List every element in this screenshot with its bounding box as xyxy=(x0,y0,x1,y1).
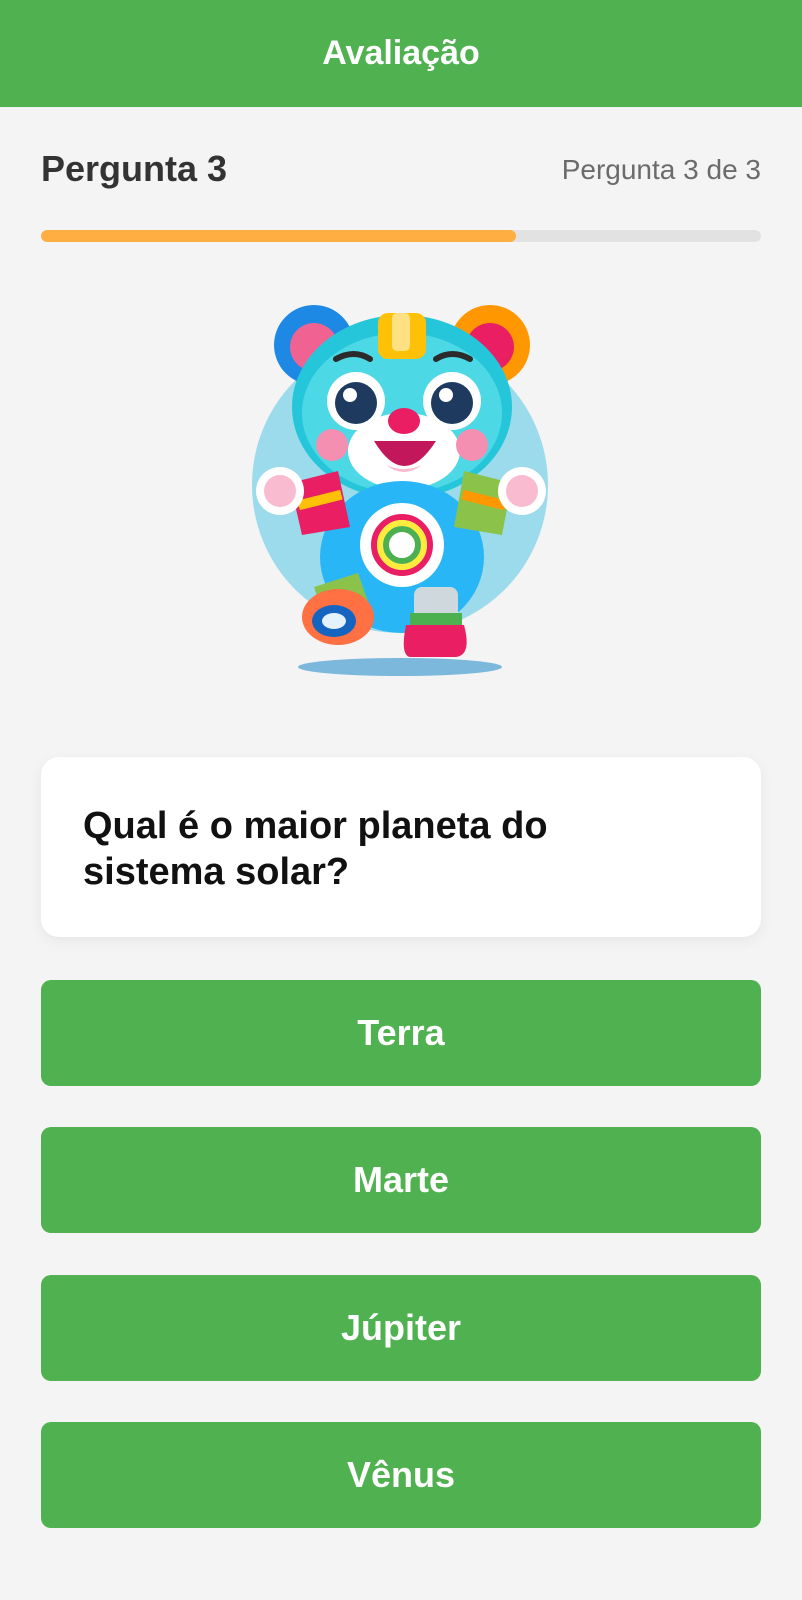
question-card: Qual é o maior planeta do sistema solar? xyxy=(41,757,761,937)
answer-button-venus[interactable]: Vênus xyxy=(41,1422,761,1528)
app-title: Avaliação xyxy=(322,34,480,72)
answer-button-terra[interactable]: Terra xyxy=(41,980,761,1086)
robot-bear-mascot-icon xyxy=(252,305,548,676)
progress-bar-fill xyxy=(41,230,517,242)
answer-button-jupiter[interactable]: Júpiter xyxy=(41,1275,761,1381)
question-heading: Pergunta 3 xyxy=(41,148,228,189)
progress-bar xyxy=(41,230,761,242)
question-text: Qual é o maior planeta do sistema solar? xyxy=(83,805,548,894)
app-header: Avaliação xyxy=(0,0,802,107)
question-counter: Pergunta 3 de 3 xyxy=(561,154,761,185)
answer-button-marte[interactable]: Marte xyxy=(41,1127,761,1233)
